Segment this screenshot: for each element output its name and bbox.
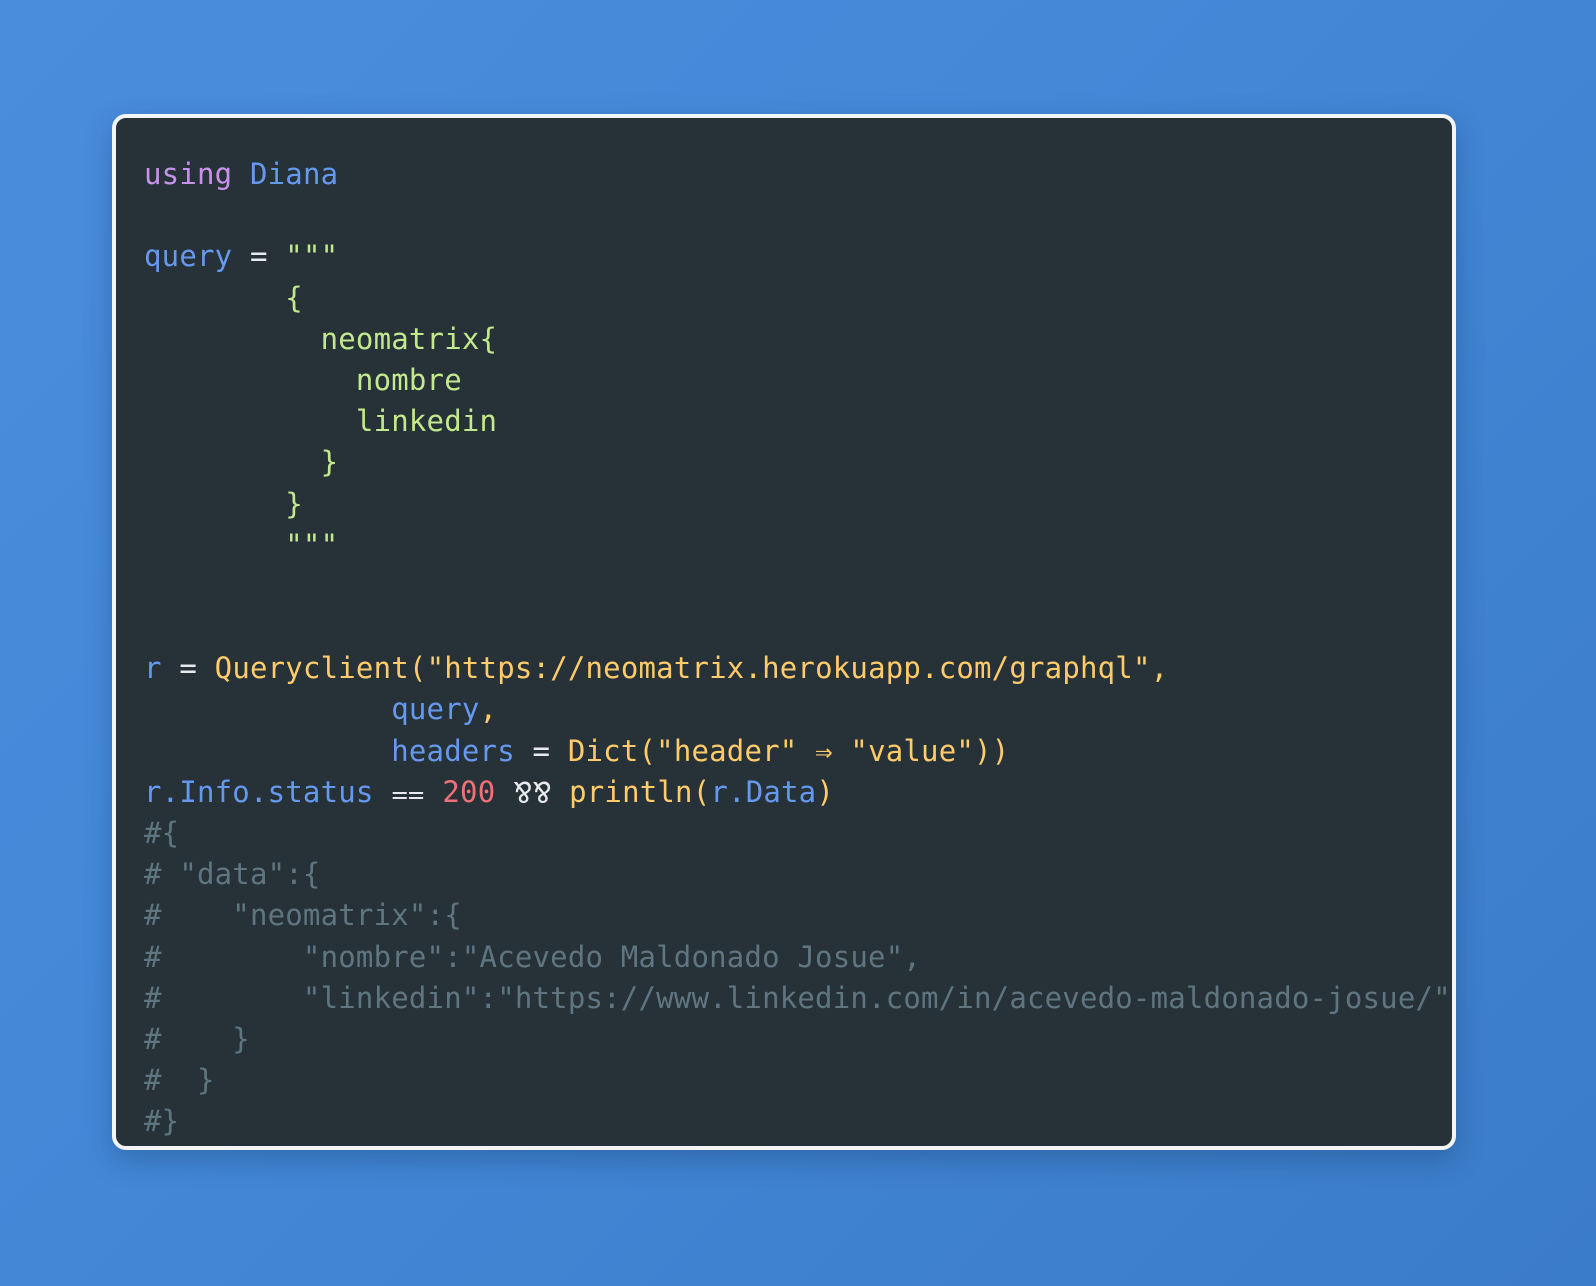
code-line: headers = Dict("header" ⇒ "value")) <box>144 731 1451 772</box>
code-line: query, <box>144 689 1451 730</box>
code-token: ) <box>816 774 835 809</box>
code-token: ⅋⅋ <box>495 774 570 809</box>
code-window: using Diana​query = """ { neomatrix{ nom… <box>112 114 1456 1150</box>
code-token: #{ <box>144 816 180 850</box>
code-line: nombre <box>144 360 1451 401</box>
code-token: #} <box>144 1104 180 1139</box>
code-line: ​ <box>144 195 1451 236</box>
code-token: r <box>144 651 162 686</box>
code-token: "value")) <box>850 733 1010 768</box>
code-token: r.Info.status <box>144 774 374 809</box>
code-token: # } <box>144 1021 250 1056</box>
code-token: ⇒ <box>797 733 851 768</box>
code-token: # "neomatrix":{ <box>144 898 462 933</box>
code-token: """ <box>144 527 339 562</box>
code-token: 200 <box>442 774 496 809</box>
code-token: { <box>144 280 303 315</box>
code-line: r = Queryclient("https://neomatrix.herok… <box>144 648 1451 689</box>
code-line: # "nombre":"Acevedo Maldonado Josue", <box>144 937 1451 978</box>
code-line: ​ <box>144 566 1451 607</box>
code-token: # } <box>144 1063 215 1098</box>
code-token: "https://neomatrix.herokuapp.com/graphql… <box>426 651 1169 686</box>
code-token: query <box>391 692 480 727</box>
code-line: # "neomatrix":{ <box>144 895 1451 936</box>
code-token: r.Data <box>710 774 817 809</box>
code-line: #} <box>144 1101 1451 1142</box>
code-line: # "linkedin":"https://www.linkedin.com/i… <box>144 978 1451 1019</box>
code-token: } <box>144 445 339 480</box>
page-root: using Diana​query = """ { neomatrix{ nom… <box>0 0 1596 1286</box>
code-token: """ <box>285 239 339 274</box>
code-line: using Diana <box>144 154 1451 195</box>
code-token: } <box>144 486 303 521</box>
code-line: #{ <box>144 813 1451 854</box>
code-token: nombre <box>144 362 462 397</box>
code-token: query <box>144 239 233 274</box>
code-line: ​ <box>144 607 1451 648</box>
code-line: # } <box>144 1019 1451 1060</box>
code-token: = <box>161 651 215 686</box>
code-line: } <box>144 484 1451 525</box>
code-line: { <box>144 278 1451 319</box>
code-token: = <box>232 239 286 274</box>
code-token: # "data":{ <box>144 857 321 892</box>
code-line: r.Info.status ⩵ 200 ⅋⅋ println(r.Data) <box>144 772 1451 813</box>
code-line: linkedin <box>144 401 1451 442</box>
code-line: neomatrix{ <box>144 319 1451 360</box>
code-line: } <box>144 442 1451 483</box>
code-block[interactable]: using Diana​query = """ { neomatrix{ nom… <box>116 118 1452 1146</box>
code-token: = <box>514 733 568 768</box>
code-token: , <box>479 692 498 727</box>
code-token: println( <box>569 774 711 809</box>
code-token: neomatrix{ <box>144 321 498 356</box>
code-token: headers <box>391 733 515 768</box>
code-line: query = """ <box>144 236 1451 277</box>
code-token: ⩵ <box>373 774 443 809</box>
code-token: # "nombre":"Acevedo Maldonado Josue", <box>144 939 922 974</box>
code-token: Dict( <box>567 733 657 768</box>
code-token: Queryclient( <box>214 651 427 686</box>
code-token: linkedin <box>144 404 498 439</box>
code-token: using <box>144 157 233 191</box>
code-token: Diana <box>249 157 339 191</box>
code-line: # } <box>144 1060 1451 1101</box>
code-line: """ <box>144 525 1451 566</box>
code-line: # "data":{ <box>144 854 1451 895</box>
code-token: # "linkedin":"https://www.linkedin.com/i… <box>144 980 1451 1015</box>
code-token: "header" <box>656 733 798 768</box>
